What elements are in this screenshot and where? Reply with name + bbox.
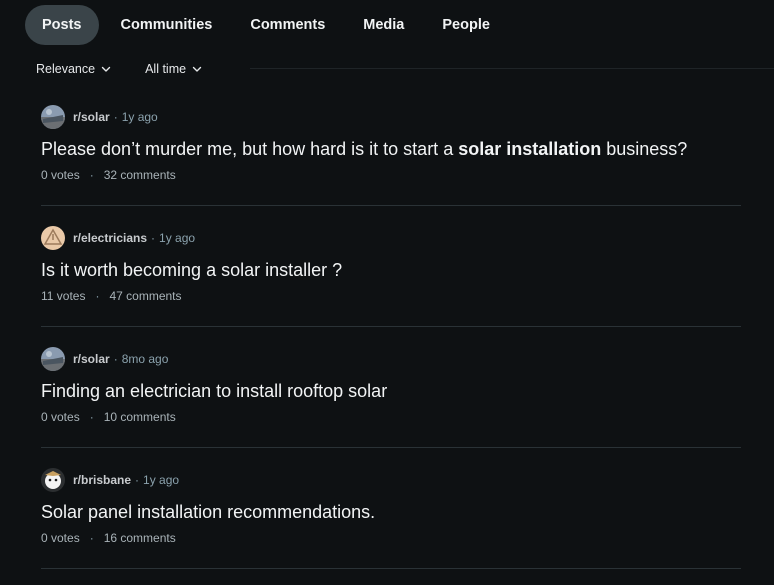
chevron-down-icon <box>101 66 111 72</box>
meta-separator: · <box>135 473 140 487</box>
post-stats: 11 votes · 47 comments <box>41 289 741 303</box>
vote-count: 0 votes <box>41 168 80 182</box>
subreddit-link[interactable]: r/solar <box>73 352 110 366</box>
post-item[interactable]: r/electricians · 1y ago Is it worth beco… <box>41 226 741 303</box>
post-title-text: Finding an electrician to install roofto… <box>41 381 388 401</box>
post-title-text-end: business? <box>601 139 688 159</box>
post-title-text: Please don’t murder me, but how hard is … <box>41 139 459 159</box>
subreddit-link[interactable]: r/solar <box>73 110 110 124</box>
time-dropdown-label: All time <box>145 62 187 76</box>
post-divider <box>41 447 741 448</box>
post-divider <box>41 326 741 327</box>
tab-people[interactable]: People <box>426 5 506 45</box>
post-age: 1y ago <box>143 473 180 487</box>
post-title-text: Is it worth becoming a solar installer ? <box>41 260 343 280</box>
filter-bar: Relevance All time <box>36 60 236 78</box>
stats-separator: · <box>89 410 94 424</box>
post-title[interactable]: Solar panel installation recommendations… <box>41 501 741 523</box>
comment-count[interactable]: 10 comments <box>104 410 176 424</box>
post-meta: r/solar · 8mo ago <box>41 347 741 371</box>
meta-separator: · <box>151 231 156 245</box>
stats-separator: · <box>95 289 100 303</box>
post-age: 1y ago <box>159 231 196 245</box>
subreddit-link[interactable]: r/electricians <box>73 231 147 245</box>
post-age: 1y ago <box>121 110 158 124</box>
post-stats: 0 votes · 16 comments <box>41 531 741 545</box>
post-title[interactable]: Finding an electrician to install roofto… <box>41 380 741 402</box>
brisbane-avatar-icon[interactable] <box>41 468 65 492</box>
filter-divider <box>250 68 774 69</box>
vote-count: 0 votes <box>41 531 80 545</box>
post-item[interactable]: r/solar · 1y ago Please don’t murder me,… <box>41 105 741 182</box>
tab-media[interactable]: Media <box>347 5 420 45</box>
meta-separator: · <box>113 110 118 124</box>
comment-count[interactable]: 16 comments <box>104 531 176 545</box>
post-age: 8mo ago <box>121 352 169 366</box>
post-stats: 0 votes · 10 comments <box>41 410 741 424</box>
post-divider <box>41 568 741 569</box>
electricians-avatar-icon[interactable] <box>41 226 65 250</box>
solar-avatar-icon[interactable] <box>41 105 65 129</box>
subreddit-link[interactable]: r/brisbane <box>73 473 131 487</box>
meta-separator: · <box>113 352 118 366</box>
vote-count: 11 votes <box>41 289 86 303</box>
post-meta: r/brisbane · 1y ago <box>41 468 741 492</box>
chevron-down-icon <box>192 66 202 72</box>
tab-communities[interactable]: Communities <box>105 5 229 45</box>
tab-comments[interactable]: Comments <box>234 5 341 45</box>
post-stats: 0 votes · 32 comments <box>41 168 741 182</box>
search-result-tabs: Posts Communities Comments Media People <box>25 5 512 45</box>
post-divider <box>41 205 741 206</box>
comment-count[interactable]: 47 comments <box>109 289 181 303</box>
post-title[interactable]: Is it worth becoming a solar installer ? <box>41 259 741 281</box>
stats-separator: · <box>89 168 94 182</box>
post-item[interactable]: r/solar · 8mo ago Finding an electrician… <box>41 347 741 424</box>
post-title[interactable]: Please don’t murder me, but how hard is … <box>41 138 741 160</box>
post-title-text: Solar panel installation recommendations… <box>41 502 376 522</box>
tab-posts[interactable]: Posts <box>25 5 99 45</box>
time-dropdown[interactable]: All time <box>145 62 202 76</box>
post-meta: r/electricians · 1y ago <box>41 226 741 250</box>
post-item[interactable]: r/brisbane · 1y ago Solar panel installa… <box>41 468 741 545</box>
vote-count: 0 votes <box>41 410 80 424</box>
solar-avatar-icon[interactable] <box>41 347 65 371</box>
sort-dropdown-label: Relevance <box>36 62 96 76</box>
post-meta: r/solar · 1y ago <box>41 105 741 129</box>
post-title-highlight: solar installation <box>458 139 602 159</box>
comment-count[interactable]: 32 comments <box>104 168 176 182</box>
sort-dropdown[interactable]: Relevance <box>36 62 111 76</box>
stats-separator: · <box>89 531 94 545</box>
